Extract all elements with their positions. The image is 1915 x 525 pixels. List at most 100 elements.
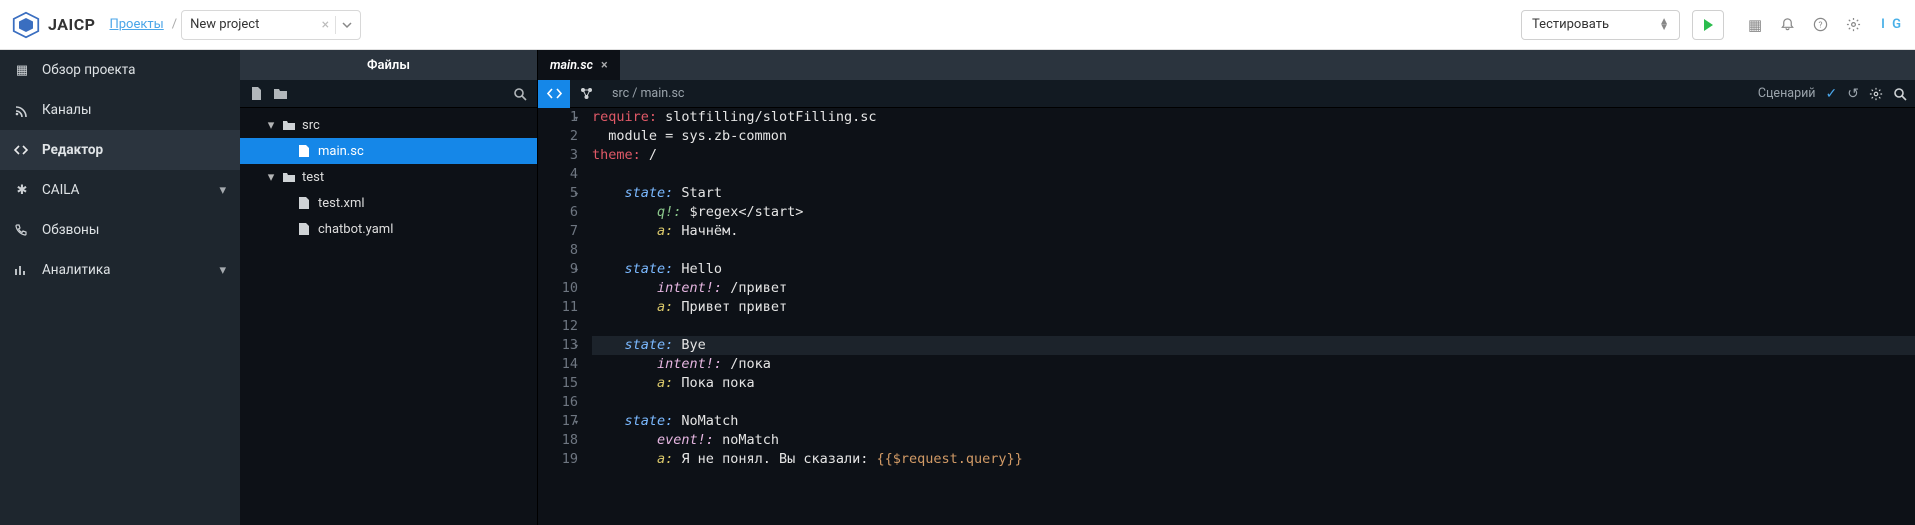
twisty-open-icon: ▾ bbox=[266, 170, 276, 185]
gutter-line: 13▾ bbox=[538, 336, 578, 355]
code-line[interactable] bbox=[592, 393, 1915, 412]
scenario-label[interactable]: Сценарий bbox=[1758, 86, 1816, 101]
tab-label: main.sc bbox=[550, 58, 593, 73]
editor-tab[interactable]: main.sc × bbox=[538, 50, 620, 80]
test-dropdown[interactable]: Тестировать ▲▼ bbox=[1521, 10, 1680, 40]
gutter-line: 18 bbox=[538, 431, 578, 450]
code-line[interactable]: a: Привет привет bbox=[592, 298, 1915, 317]
gutter-line: 1▾ bbox=[538, 108, 578, 127]
sidebar-item-label: CAILA bbox=[42, 182, 79, 198]
code-line[interactable]: state: NoMatch bbox=[592, 412, 1915, 431]
gutter-line: 10 bbox=[538, 279, 578, 298]
project-name: New project bbox=[190, 17, 316, 32]
gutter-line: 9▾ bbox=[538, 260, 578, 279]
code-line[interactable]: a: Я не понял. Вы сказали: {{$request.qu… bbox=[592, 450, 1915, 469]
sidebar-item-label: Аналитика bbox=[42, 262, 110, 278]
code-line[interactable]: state: Start bbox=[592, 184, 1915, 203]
file-main-sc[interactable]: main.sc bbox=[240, 138, 537, 164]
sidebar-item-caila[interactable]: ✱ CAILA ▾ bbox=[0, 170, 240, 210]
clear-project-icon[interactable]: × bbox=[322, 17, 329, 33]
folder-src[interactable]: ▾ src bbox=[240, 112, 537, 138]
file-test-xml[interactable]: test.xml bbox=[240, 190, 537, 216]
projects-link[interactable]: Проекты bbox=[109, 17, 163, 32]
sidebar-item-overview[interactable]: ▦ Обзор проекта bbox=[0, 50, 240, 90]
divider bbox=[335, 16, 336, 34]
undo-icon[interactable]: ↺ bbox=[1847, 86, 1859, 102]
chevron-down-icon[interactable] bbox=[342, 20, 352, 30]
file-path: src / main.sc bbox=[612, 86, 684, 101]
gutter-line: 17▾ bbox=[538, 412, 578, 431]
gear-icon[interactable] bbox=[1869, 87, 1883, 101]
help-icon[interactable]: ? bbox=[1813, 17, 1828, 32]
tree-label: main.sc bbox=[318, 144, 364, 159]
play-button[interactable] bbox=[1692, 10, 1724, 40]
bell-icon[interactable] bbox=[1780, 17, 1795, 32]
brand-icon bbox=[12, 11, 40, 39]
gutter-line: 7 bbox=[538, 222, 578, 241]
code-line[interactable]: q!: $regex</start> bbox=[592, 203, 1915, 222]
file-chatbot-yaml[interactable]: chatbot.yaml bbox=[240, 216, 537, 242]
code-line[interactable] bbox=[592, 241, 1915, 260]
sidebar-item-label: Обзор проекта bbox=[42, 62, 136, 78]
chevron-down-icon: ▾ bbox=[219, 263, 226, 278]
gutter-line: 8 bbox=[538, 241, 578, 260]
code-line[interactable]: require: slotfilling/slotFilling.sc bbox=[592, 108, 1915, 127]
grid-icon: ▦ bbox=[14, 63, 30, 78]
sidebar-item-label: Каналы bbox=[42, 102, 91, 118]
header-icons: ▦ ? bbox=[1748, 16, 1861, 34]
code-line[interactable]: state: Bye bbox=[592, 336, 1915, 355]
folder-icon bbox=[282, 119, 296, 131]
code-line[interactable]: a: Пока пока bbox=[592, 374, 1915, 393]
gutter-line: 6 bbox=[538, 203, 578, 222]
sidebar-item-channels[interactable]: Каналы bbox=[0, 90, 240, 130]
graph-icon bbox=[579, 86, 594, 101]
code-line[interactable]: intent!: /привет bbox=[592, 279, 1915, 298]
folder-test[interactable]: ▾ test bbox=[240, 164, 537, 190]
search-in-file-icon[interactable] bbox=[1893, 87, 1907, 101]
tree-label: chatbot.yaml bbox=[318, 222, 393, 237]
settings-icon[interactable] bbox=[1846, 17, 1861, 32]
sidebar-item-analytics[interactable]: Аналитика ▾ bbox=[0, 250, 240, 290]
phone-icon bbox=[14, 223, 30, 237]
sidebar-item-editor[interactable]: Редактор bbox=[0, 130, 240, 170]
check-icon[interactable]: ✓ bbox=[1826, 86, 1838, 102]
tree-label: src bbox=[302, 118, 320, 133]
news-icon[interactable]: ▦ bbox=[1748, 16, 1762, 34]
sort-icon: ▲▼ bbox=[1659, 19, 1669, 31]
code-line[interactable]: a: Начнём. bbox=[592, 222, 1915, 241]
atom-icon: ✱ bbox=[14, 183, 30, 198]
file-tree: ▾ src main.sc ▾ test test.xml bbox=[240, 108, 537, 246]
graph-mode-button[interactable] bbox=[570, 80, 602, 108]
code-line[interactable] bbox=[592, 317, 1915, 336]
code-line[interactable]: state: Hello bbox=[592, 260, 1915, 279]
close-tab-icon[interactable]: × bbox=[601, 58, 608, 73]
code-line[interactable]: intent!: /пока bbox=[592, 355, 1915, 374]
sidebar-item-label: Обзвоны bbox=[42, 222, 99, 238]
user-avatar[interactable]: I G bbox=[1881, 17, 1903, 32]
sidebar: ▦ Обзор проекта Каналы Редактор ✱ CAILA … bbox=[0, 50, 240, 525]
folder-icon bbox=[282, 171, 296, 183]
breadcrumb: Проекты / bbox=[109, 17, 177, 32]
file-panel: Файлы ▾ src bbox=[240, 50, 538, 525]
code-editor[interactable]: 1▾2345▾6789▾10111213▾14151617▾1819 requi… bbox=[538, 108, 1915, 525]
code-line[interactable] bbox=[592, 165, 1915, 184]
code-mode-button[interactable] bbox=[538, 80, 570, 108]
file-icon bbox=[298, 222, 312, 236]
file-icon bbox=[298, 144, 312, 158]
gutter-line: 4 bbox=[538, 165, 578, 184]
code-line[interactable]: event!: noMatch bbox=[592, 431, 1915, 450]
code-line[interactable]: theme: / bbox=[592, 146, 1915, 165]
gutter-line: 16 bbox=[538, 393, 578, 412]
code-line[interactable]: module = sys.zb-common bbox=[592, 127, 1915, 146]
project-select[interactable]: New project × bbox=[181, 10, 361, 40]
new-folder-icon[interactable] bbox=[273, 87, 288, 100]
search-icon[interactable] bbox=[513, 87, 527, 101]
gutter-line: 12 bbox=[538, 317, 578, 336]
gutter-line: 15 bbox=[538, 374, 578, 393]
app-header: JAICP Проекты / New project × Тестироват… bbox=[0, 0, 1915, 50]
sidebar-item-calls[interactable]: Обзвоны bbox=[0, 210, 240, 250]
tab-bar: main.sc × bbox=[538, 50, 1915, 80]
new-file-icon[interactable] bbox=[250, 86, 263, 101]
play-icon bbox=[1701, 18, 1715, 32]
brand-logo[interactable]: JAICP bbox=[12, 11, 95, 39]
